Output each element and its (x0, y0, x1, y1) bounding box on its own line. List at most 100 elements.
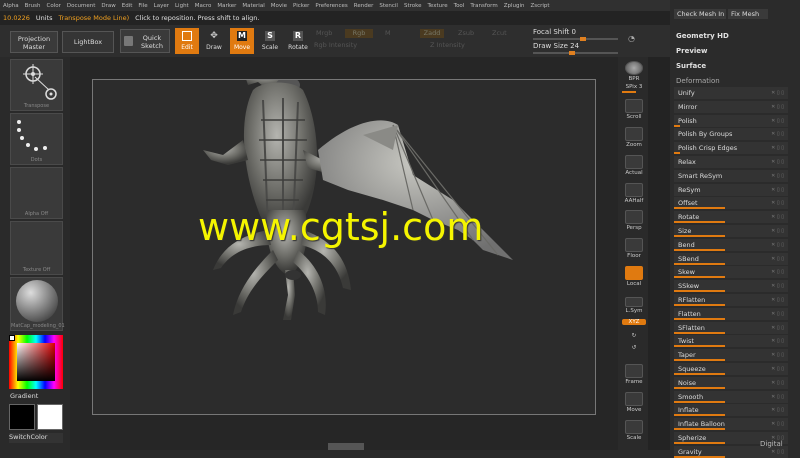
check-mesh-button[interactable]: Check Mesh In (674, 9, 726, 19)
deformation-item-rotate[interactable]: Rotate ✕ ▯ ▯ (674, 211, 788, 224)
quick-sketch-button[interactable]: Quick Sketch (120, 29, 170, 53)
deformation-item-unify[interactable]: Unify ✕ ▯ ▯ (674, 87, 788, 99)
rotate-z-icon[interactable]: ↺ (622, 345, 646, 351)
geometry-hd-header[interactable]: Geometry HD (676, 32, 729, 40)
surface-header[interactable]: Surface (676, 62, 706, 70)
deformation-item-sflatten[interactable]: SFlatten ✕ ▯ ▯ (674, 321, 788, 334)
projection-master-button[interactable]: Projection Master (10, 31, 58, 53)
zsub-button[interactable]: Zsub (458, 29, 474, 37)
deformation-item-polish[interactable]: Polish ✕ ▯ ▯ (674, 114, 788, 127)
edit-mode-button[interactable]: Edit (175, 28, 199, 54)
mrgb-button[interactable]: Mrgb (316, 29, 332, 37)
deformation-item-relax[interactable]: Relax ✕ ▯ ▯ (674, 156, 788, 168)
menu-item[interactable]: Light (172, 3, 192, 9)
menu-item[interactable]: Material (239, 3, 267, 9)
menu-item[interactable]: Render (351, 3, 377, 9)
fix-mesh-button[interactable]: Fix Mesh (728, 9, 768, 19)
menu-item[interactable]: Alpha (0, 3, 22, 9)
color-square[interactable] (17, 343, 55, 381)
menu-item[interactable]: Layer (151, 3, 172, 9)
deformation-item-inflate[interactable]: Inflate ✕ ▯ ▯ (674, 404, 788, 417)
alpha-thumb[interactable]: Alpha Off (10, 167, 63, 219)
menu-item[interactable]: Tool (451, 3, 468, 9)
rotate-mode-button[interactable]: R Rotate (286, 28, 310, 54)
zoom-button[interactable]: Zoom (622, 127, 646, 148)
transpose-brush-thumb[interactable]: Transpose (10, 59, 63, 111)
menu-item[interactable]: Marker (214, 3, 239, 9)
material-thumb[interactable]: MatCap_modeling_01 (10, 277, 65, 331)
deformation-item-squeeze[interactable]: Squeeze ✕ ▯ ▯ (674, 363, 788, 375)
rgb-button[interactable]: Rgb (345, 29, 373, 38)
texture-thumb[interactable]: Texture Off (10, 221, 63, 275)
dynamic-icon[interactable]: ◔ (628, 34, 635, 43)
spix-slider[interactable]: SPix 3 (622, 84, 646, 93)
lightbox-button[interactable]: LightBox (62, 31, 114, 53)
dots-stroke-thumb[interactable]: Dots (10, 113, 63, 165)
bpr-button[interactable]: BPR (622, 61, 646, 82)
deformation-item-offset[interactable]: Offset ✕ ▯ ▯ (674, 197, 788, 210)
menu-item[interactable]: Color (44, 3, 64, 9)
deformation-item-taper[interactable]: Taper ✕ ▯ ▯ (674, 349, 788, 362)
menu-item[interactable]: Draw (98, 3, 118, 9)
panel-scroll-strip[interactable] (648, 57, 670, 450)
menu-item[interactable]: Stencil (376, 3, 401, 9)
deformation-item-sskew[interactable]: SSkew ✕ ▯ ▯ (674, 280, 788, 293)
menu-item[interactable]: Movie (268, 3, 290, 9)
draw-size-track[interactable] (533, 52, 618, 54)
aahalf-button[interactable]: AAHalf (622, 183, 646, 204)
secondary-color-swatch[interactable] (37, 404, 63, 430)
deformation-item-noise[interactable]: Noise ✕ ▯ ▯ (674, 376, 788, 389)
zadd-button[interactable]: Zadd (420, 29, 444, 38)
menu-item[interactable]: Transform (467, 3, 500, 9)
deformation-item-smart-resym[interactable]: Smart ReSym ✕ ▯ ▯ (674, 169, 788, 182)
scale-view-button[interactable]: Scale (622, 420, 646, 441)
actual-button[interactable]: Actual (622, 155, 646, 176)
deformation-item-mirror[interactable]: Mirror ✕ ▯ ▯ (674, 100, 788, 113)
preview-header[interactable]: Preview (676, 47, 708, 55)
menu-item[interactable]: Stroke (401, 3, 425, 9)
focal-shift-knob[interactable] (580, 37, 586, 41)
menu-item[interactable]: Edit (119, 3, 136, 9)
menu-item[interactable]: File (135, 3, 150, 9)
switch-color-button[interactable]: SwitchColor (9, 433, 63, 443)
draw-size-knob[interactable] (569, 51, 575, 55)
canvas-scroll-handle[interactable] (328, 443, 364, 450)
main-color-swatch[interactable] (9, 404, 35, 430)
rgb-intensity-label[interactable]: Rgb Intensity (314, 41, 357, 49)
persp-button[interactable]: Persp (622, 210, 646, 231)
focal-shift-label[interactable]: Focal Shift 0 (533, 28, 576, 36)
menu-item[interactable]: Picker (290, 3, 312, 9)
deformation-item-resym[interactable]: ReSym ✕ ▯ ▯ (674, 183, 788, 196)
menu-item[interactable]: Zplugin (501, 3, 528, 9)
deformation-header[interactable]: Deformation (676, 77, 720, 85)
color-picker[interactable] (9, 335, 63, 389)
frame-button[interactable]: Frame (622, 364, 646, 385)
scale-mode-button[interactable]: S Scale (258, 28, 282, 54)
gradient-label[interactable]: Gradient (10, 392, 38, 400)
deformation-item-flatten[interactable]: Flatten ✕ ▯ ▯ (674, 307, 788, 320)
deformation-item-twist[interactable]: Twist ✕ ▯ ▯ (674, 335, 788, 348)
z-intensity-label[interactable]: Z Intensity (430, 41, 465, 49)
local-button[interactable]: Local (622, 266, 646, 287)
deformation-item-sbend[interactable]: SBend ✕ ▯ ▯ (674, 252, 788, 265)
menu-item[interactable]: Zscript (527, 3, 552, 9)
deformation-item-polish-by-groups[interactable]: Polish By Groups ✕ ▯ ▯ (674, 128, 788, 141)
zcut-button[interactable]: Zcut (492, 29, 507, 37)
rotate-y-icon[interactable]: ↻ (622, 333, 646, 339)
floor-button[interactable]: Floor (622, 238, 646, 259)
focal-shift-track[interactable] (533, 38, 618, 40)
xyz-button[interactable]: XYZ (622, 319, 646, 325)
scroll-button[interactable]: Scroll (622, 99, 646, 120)
deformation-item-inflate-balloon[interactable]: Inflate Balloon ✕ ▯ ▯ (674, 418, 788, 431)
move-mode-button[interactable]: M Move (230, 28, 254, 54)
menu-item[interactable]: Texture (425, 3, 451, 9)
draw-mode-button[interactable]: ✥ Draw (202, 28, 226, 54)
menu-item[interactable]: Document (64, 3, 99, 9)
menu-item[interactable]: Preferences (312, 3, 350, 9)
menu-item[interactable]: Brush (22, 3, 44, 9)
deformation-item-rflatten[interactable]: RFlatten ✕ ▯ ▯ (674, 294, 788, 306)
draw-size-label[interactable]: Draw Size 24 (533, 42, 579, 50)
deformation-item-polish-crisp-edges[interactable]: Polish Crisp Edges ✕ ▯ ▯ (674, 142, 788, 155)
deformation-item-skew[interactable]: Skew ✕ ▯ ▯ (674, 266, 788, 279)
menu-item[interactable]: Macro (192, 3, 215, 9)
